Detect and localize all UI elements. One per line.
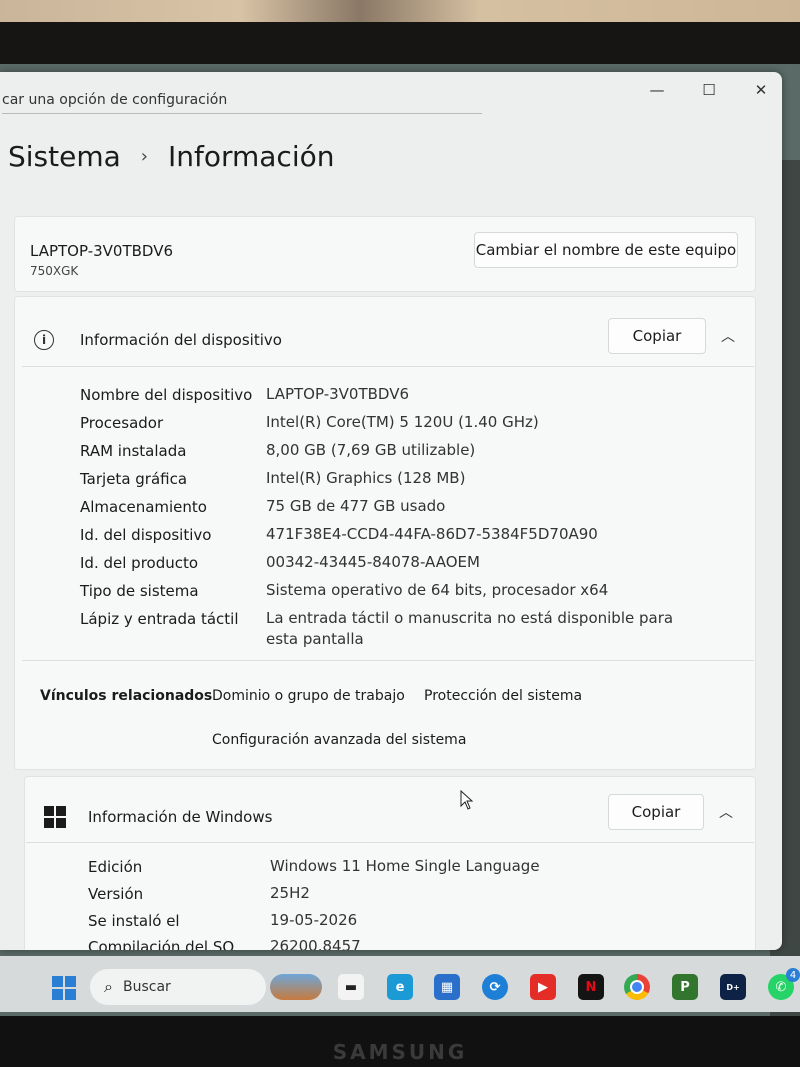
spec-value: LAPTOP-3V0TBDV6 [266, 385, 409, 403]
spec-label: Se instaló el [88, 912, 180, 930]
netflix-icon[interactable]: N [578, 974, 604, 1000]
dark-app-icon[interactable]: ▬ [338, 974, 364, 1000]
disney-plus-icon[interactable]: D+ [720, 974, 746, 1000]
spec-value: Intel(R) Core(TM) 5 120U (1.40 GHz) [266, 413, 539, 431]
spec-value: 26200.8457 [270, 937, 361, 950]
divider [26, 842, 754, 843]
widgets-landscape-icon[interactable] [270, 974, 322, 1000]
spec-label: Versión [88, 885, 144, 903]
mouse-cursor-icon [460, 790, 474, 810]
youtube-icon[interactable]: ▶ [530, 974, 556, 1000]
spec-label: RAM instalada [80, 442, 187, 460]
project-icon[interactable]: P [672, 974, 698, 1000]
spec-label: Procesador [80, 414, 164, 432]
spec-label: Compilación del SO [88, 938, 235, 950]
edge-icon[interactable]: e [387, 974, 413, 1000]
pc-name: LAPTOP-3V0TBDV6 [30, 242, 173, 260]
spec-value: Sistema operativo de 64 bits, procesador… [266, 581, 609, 599]
taskbar-search-placeholder: Buscar [122, 979, 171, 995]
settings-search-input[interactable]: car una opción de configuración [2, 92, 482, 114]
device-info-title: Información del dispositivo [80, 331, 282, 349]
related-links-title: Vínculos relacionados [40, 688, 213, 704]
spec-value: 19-05-2026 [270, 911, 358, 929]
taskbar-search[interactable]: ⌕ Buscar [90, 969, 266, 1005]
notification-badge: 4 [786, 968, 800, 982]
spec-label: Tarjeta gráfica [80, 470, 188, 488]
taskbar: ⌕ Buscar ▬ e ▦ ⟳ ▶ N P D+ ✆ 4 [0, 956, 800, 1012]
chevron-right-icon: › [140, 146, 148, 167]
spec-value: La entrada táctil o manuscrita no está d… [266, 609, 674, 648]
windows-logo-icon [44, 806, 66, 828]
spec-value: 8,00 GB (7,69 GB utilizable) [266, 441, 476, 459]
spec-value: Windows 11 Home Single Language [270, 857, 540, 875]
chrome-icon[interactable] [624, 974, 650, 1000]
copy-windows-info-button[interactable]: Copiar [608, 794, 704, 830]
spec-label: Almacenamiento [80, 498, 207, 516]
spec-label: Edición [88, 858, 143, 876]
spec-value: 471F38E4-CCD4-44FA-86D7-5384F5D70A90 [266, 525, 598, 543]
close-button[interactable]: ✕ [738, 72, 782, 108]
spec-label: Id. del producto [80, 554, 199, 572]
windows-info-title: Información de Windows [88, 808, 273, 826]
sync-app-icon[interactable]: ⟳ [482, 974, 508, 1000]
page-title: Información [167, 140, 335, 173]
search-icon: ⌕ [104, 977, 113, 996]
system-protection-link[interactable]: Protección del sistema [424, 688, 582, 704]
settings-window: — ☐ ✕ car una opción de configuración Si… [0, 72, 782, 950]
spec-label: Id. del dispositivo [80, 526, 212, 544]
divider [22, 366, 754, 367]
brand-logo: SAMSUNG [332, 1040, 468, 1064]
info-icon: i [34, 330, 54, 350]
chevron-up-icon[interactable]: ︿ [716, 326, 740, 346]
advanced-system-settings-link[interactable]: Configuración avanzada del sistema [212, 732, 466, 748]
minimize-button[interactable]: — [634, 72, 680, 108]
breadcrumb-parent[interactable]: Sistema [8, 140, 121, 173]
spec-value: 00342-43445-84078-AAOEM [266, 553, 480, 571]
spec-value: 25H2 [270, 884, 310, 902]
chevron-up-icon[interactable]: ︿ [714, 802, 738, 822]
maximize-button[interactable]: ☐ [686, 72, 732, 108]
divider [22, 660, 754, 661]
start-button[interactable] [52, 976, 76, 1000]
screen: — ☐ ✕ car una opción de configuración Si… [0, 64, 800, 1019]
spec-value: Intel(R) Graphics (128 MB) [266, 469, 466, 487]
monitor-bezel-top [0, 22, 800, 70]
pc-model: 750XGK [30, 264, 79, 278]
spec-label: Nombre del dispositivo [80, 386, 253, 404]
domain-workgroup-link[interactable]: Dominio o grupo de trabajo [212, 688, 405, 704]
spec-value: 75 GB de 477 GB usado [266, 497, 446, 515]
spec-label: Tipo de sistema [80, 582, 199, 600]
spec-label: Lápiz y entrada táctil [80, 610, 239, 628]
rename-pc-button[interactable]: Cambiar el nombre de este equipo [474, 232, 738, 268]
breadcrumb: Sistema › Información [8, 140, 334, 173]
store-icon[interactable]: ▦ [434, 974, 460, 1000]
copy-device-info-button[interactable]: Copiar [608, 318, 706, 354]
